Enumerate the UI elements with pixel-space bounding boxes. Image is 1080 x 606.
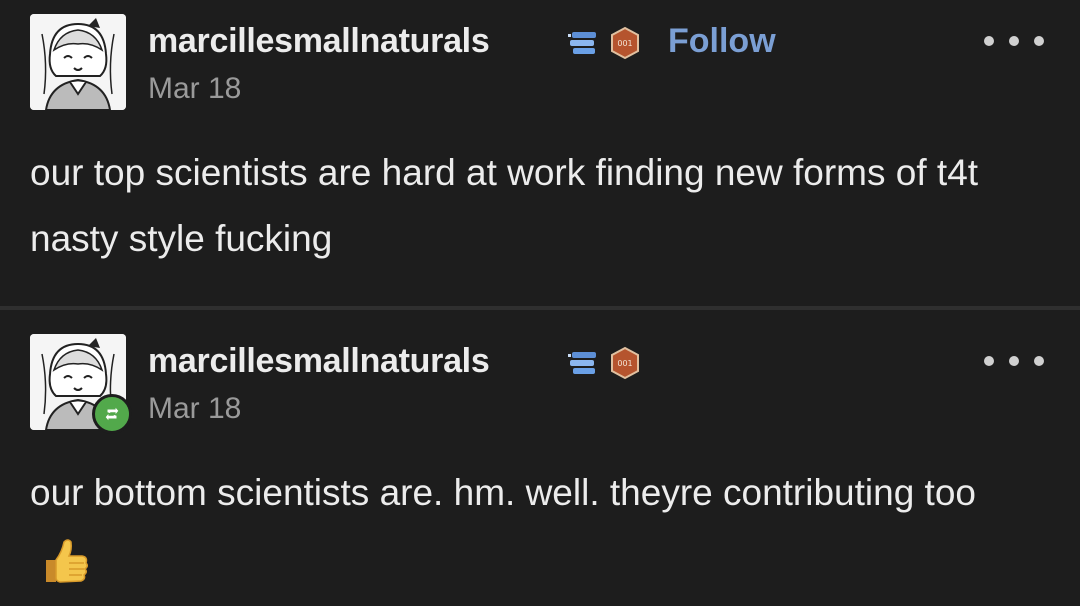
more-options-button[interactable] — [984, 26, 1044, 56]
post-text: our bottom scientists are. hm. well. the… — [30, 472, 976, 513]
post-date[interactable]: Mar 18 — [148, 392, 241, 426]
dot-icon — [984, 356, 994, 366]
follow-button[interactable]: Follow — [668, 22, 776, 61]
hex-badge-icon[interactable]: 001 — [608, 26, 642, 60]
dot-icon — [1034, 36, 1044, 46]
svg-text:001: 001 — [617, 359, 632, 368]
reblog-icon — [92, 394, 132, 434]
books-badge-icon[interactable] — [566, 346, 600, 380]
username[interactable]: marcillesmallnaturals — [148, 22, 490, 61]
dot-icon — [1009, 356, 1019, 366]
more-options-button[interactable] — [984, 346, 1044, 376]
books-badge-icon[interactable] — [566, 26, 600, 60]
dot-icon — [1009, 36, 1019, 46]
post-date[interactable]: Mar 18 — [148, 72, 241, 106]
username[interactable]: marcillesmallnaturals — [148, 342, 490, 381]
thumbs-up-emoji-icon — [46, 539, 89, 583]
post-reblog: marcillesmallnaturals 001 Mar 18 our bot… — [0, 310, 1080, 606]
dot-icon — [1034, 356, 1044, 366]
anime-girl-avatar-icon — [30, 14, 126, 110]
post-text-container: our bottom scientists are. hm. well. the… — [30, 460, 1040, 592]
post-text: our top scientists are hard at work find… — [30, 152, 979, 259]
hex-badge-icon[interactable]: 001 — [608, 346, 642, 380]
avatar[interactable] — [30, 14, 126, 110]
svg-text:001: 001 — [617, 39, 632, 48]
post-original: marcillesmallnaturals 001 Follow Mar 18 … — [0, 0, 1080, 306]
dot-icon — [984, 36, 994, 46]
